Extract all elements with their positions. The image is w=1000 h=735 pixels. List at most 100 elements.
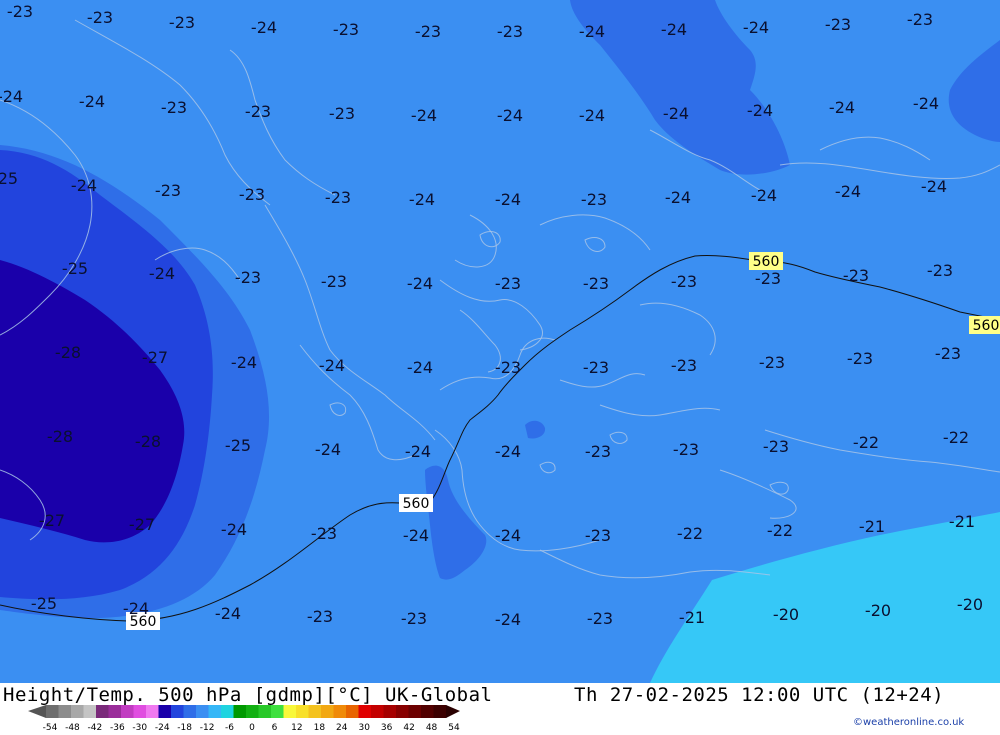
map-datetime: Th 27-02-2025 12:00 UTC (12+24) — [574, 684, 945, 706]
legend-tick-label: 30 — [358, 723, 370, 733]
temperature-label: -24 — [123, 599, 149, 618]
temperature-label: -23 — [333, 20, 359, 39]
temperature-label: -24 — [411, 106, 437, 125]
legend-swatch — [296, 705, 309, 718]
legend-swatch — [183, 705, 197, 718]
legend-swatch — [383, 705, 397, 718]
temperature-label: -24 — [661, 20, 687, 39]
temperature-label: -23 — [495, 358, 521, 377]
temperature-label: -23 — [325, 188, 351, 207]
temperature-label: -24 — [221, 520, 247, 539]
legend-tick-label: 54 — [448, 723, 460, 733]
temperature-label: -23 — [755, 269, 781, 288]
temperature-label: -24 — [497, 106, 523, 125]
legend-swatch — [96, 705, 109, 718]
temperature-label: -24 — [405, 442, 431, 461]
temperature-label: -25 — [62, 259, 88, 278]
temperature-label: -22 — [943, 428, 969, 447]
legend-swatch — [283, 705, 297, 718]
temperature-label: -25 — [225, 436, 251, 455]
temperature-label: -23 — [583, 358, 609, 377]
temperature-label: -27 — [129, 515, 155, 534]
temperature-label: -27 — [39, 511, 65, 530]
temperature-label: -24 — [495, 190, 521, 209]
legend-swatch — [271, 705, 284, 718]
legend-swatch — [58, 705, 72, 718]
legend-swatch — [208, 705, 222, 718]
temperature-label: -27 — [142, 348, 168, 367]
temperature-label: -24 — [495, 526, 521, 545]
temperature-label: -28 — [47, 427, 73, 446]
temperature-label: -23 — [671, 272, 697, 291]
temperature-label: -24 — [913, 94, 939, 113]
temperature-label: -23 — [585, 442, 611, 461]
temperature-label: -23 — [927, 261, 953, 280]
legend-swatch — [421, 705, 434, 718]
temperature-label: -23 — [415, 22, 441, 41]
legend-swatch — [396, 705, 409, 718]
legend-tick-label: -18 — [177, 723, 193, 733]
temperature-label: -23 — [245, 102, 271, 121]
temperature-label: -24 — [751, 186, 777, 205]
temperature-label: -24 — [495, 610, 521, 629]
legend-tick-label: -12 — [199, 723, 215, 733]
legend-min-arrow — [28, 705, 46, 718]
temperature-label: -24 — [921, 177, 947, 196]
temperature-label: -24 — [407, 274, 433, 293]
temperature-label: -24 — [663, 104, 689, 123]
legend-swatch — [308, 705, 322, 718]
temperature-label: -24 — [0, 87, 23, 106]
temperature-label: -20 — [957, 595, 983, 614]
temperature-label: -25 — [31, 594, 57, 613]
contour-560-label: 560 — [969, 316, 1000, 334]
temperature-label: -23 — [161, 98, 187, 117]
temperature-label: -20 — [865, 601, 891, 620]
temperature-label: -23 — [673, 440, 699, 459]
temperature-label: -22 — [677, 524, 703, 543]
contour-560-label: 560 — [749, 252, 783, 270]
temperature-label: -25 — [0, 169, 18, 188]
temperature-label: -24 — [579, 106, 605, 125]
temperature-label: -23 — [169, 13, 195, 32]
temperature-label: -24 — [403, 526, 429, 545]
legend-swatch — [433, 705, 447, 718]
map-footer: Height/Temp. 500 hPa [gdmp][°C] UK-Globa… — [0, 683, 1000, 733]
temperature-label: -22 — [853, 433, 879, 452]
temperature-map: 560560560560 -23 -23 -23 -24 -23 -23 -23 -24 -24… — [0, 0, 1000, 683]
temperature-label: -21 — [949, 512, 975, 531]
legend-tick-label: -48 — [65, 723, 80, 733]
temperature-label: -23 — [497, 22, 523, 41]
contour-label-text: 560 — [973, 318, 1000, 334]
temperature-label: -23 — [7, 2, 33, 21]
temperature-label: -23 — [843, 266, 869, 285]
legend-tick-label: 36 — [380, 723, 393, 733]
legend-tick-label: 0 — [249, 723, 255, 733]
temperature-label: -24 — [251, 18, 277, 37]
temperature-label: -22 — [767, 521, 793, 540]
temperature-label: -24 — [315, 440, 341, 459]
temperature-label: -28 — [55, 343, 81, 362]
temperature-label: -21 — [859, 517, 885, 536]
legend-swatch — [146, 705, 159, 718]
legend-tick-label: -30 — [132, 723, 148, 733]
temperature-label: -23 — [321, 272, 347, 291]
legend-swatch — [71, 705, 84, 718]
temperature-label: -20 — [773, 605, 799, 624]
temperature-label: -23 — [401, 609, 427, 628]
legend-swatch — [371, 705, 384, 718]
temperature-label: -23 — [307, 607, 333, 626]
temperature-label: -24 — [409, 190, 435, 209]
legend-swatch — [121, 705, 134, 718]
legend-tick-label: -24 — [154, 723, 170, 733]
temperature-label: -24 — [743, 18, 769, 37]
legend-swatch — [258, 705, 272, 718]
legend-swatch — [133, 705, 147, 718]
temperature-label: -28 — [135, 432, 161, 451]
legend-swatch — [221, 705, 234, 718]
temperature-label: -23 — [763, 437, 789, 456]
temperature-label: -24 — [319, 356, 345, 375]
legend-tick-label: 48 — [425, 723, 438, 733]
legend-swatch — [233, 705, 247, 718]
legend-swatch — [346, 705, 359, 718]
credit-link[interactable]: ©weatheronline.co.uk — [853, 717, 964, 728]
